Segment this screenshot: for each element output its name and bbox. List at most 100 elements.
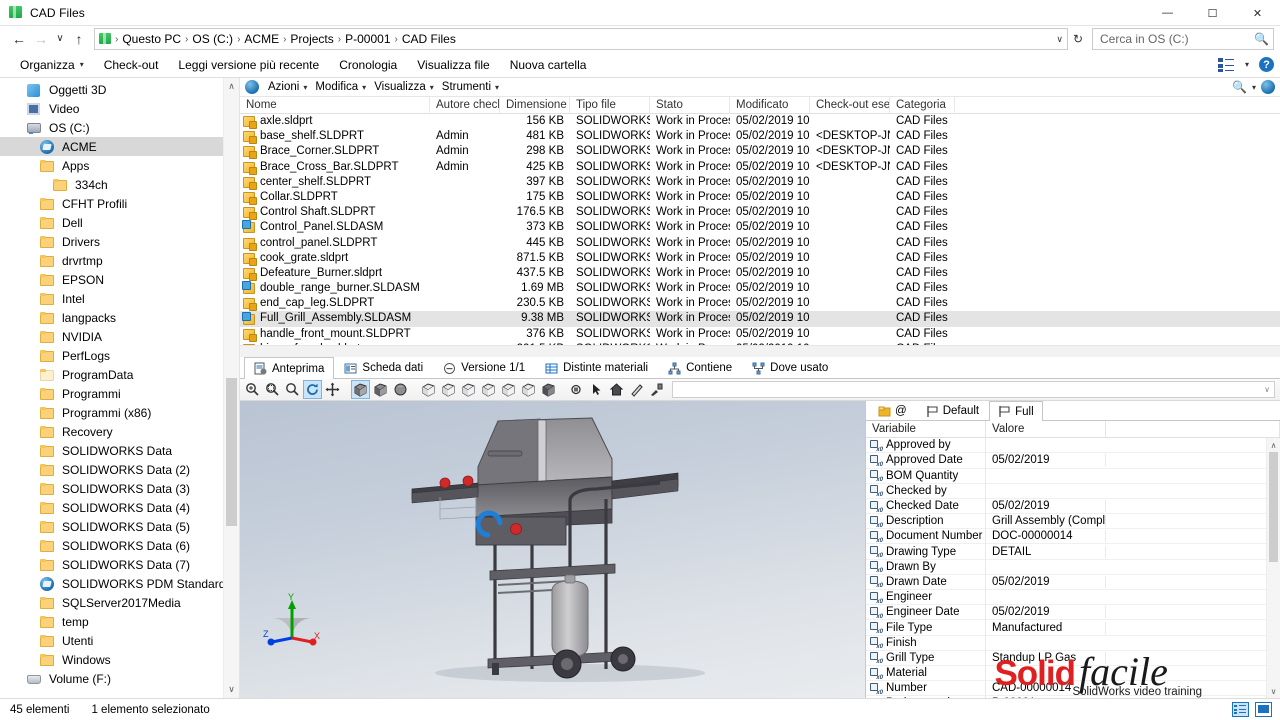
variable-value[interactable]: Manufactured bbox=[986, 622, 1106, 634]
tree-item-apps[interactable]: Apps bbox=[0, 156, 239, 175]
column-header-check-out-ese[interactable]: Check-out ese... bbox=[810, 97, 890, 114]
tree-item-programdata[interactable]: ProgramData bbox=[0, 365, 239, 384]
table-row[interactable]: base_shelf.SLDPRTAdmin481 KBSOLIDWORKS .… bbox=[240, 129, 1280, 144]
shaded-edges-icon[interactable] bbox=[351, 380, 370, 399]
chevron-down-icon[interactable]: ∨ bbox=[1260, 385, 1274, 394]
up-button[interactable]: ↑ bbox=[68, 28, 90, 50]
variable-row[interactable]: x0DescriptionGrill Assembly (Complete) bbox=[866, 514, 1280, 529]
variable-row[interactable]: x0NumberCAD-00000014 bbox=[866, 681, 1280, 696]
zoom-area-icon[interactable] bbox=[263, 380, 282, 399]
tree-item-programmi-x86[interactable]: Programmi (x86) bbox=[0, 403, 239, 422]
table-row[interactable]: axle.sldprt156 KBSOLIDWORKS ...Work in P… bbox=[240, 114, 1280, 129]
card-tab-default[interactable]: Default bbox=[917, 401, 988, 420]
table-row[interactable]: handle_front_mount.SLDPRT376 KBSOLIDWORK… bbox=[240, 327, 1280, 342]
table-row[interactable]: Control_Panel.SLDASM373 KBSOLIDWORKS ...… bbox=[240, 220, 1280, 235]
variable-row[interactable]: x0Checked Date05/02/2019 bbox=[866, 499, 1280, 514]
tree-item-cfht-profili[interactable]: CFHT Profili bbox=[0, 194, 239, 213]
variable-row[interactable]: x0Material bbox=[866, 666, 1280, 681]
table-row[interactable]: Defeature_Burner.sldprt437.5 KBSOLIDWORK… bbox=[240, 266, 1280, 281]
variable-row[interactable]: x0Drawn By bbox=[866, 560, 1280, 575]
view-chevron-down-icon[interactable]: ▾ bbox=[1245, 60, 1249, 69]
data-card-scrollbar[interactable]: ∧ ∨ bbox=[1266, 438, 1280, 698]
column-header-categoria[interactable]: Categoria bbox=[890, 97, 955, 114]
help-icon[interactable]: ? bbox=[1259, 57, 1274, 72]
select-arrow-icon[interactable] bbox=[587, 380, 606, 399]
data-card-rows[interactable]: x0Approved byx0Approved Date05/02/2019 x0… bbox=[866, 438, 1280, 698]
minimize-button[interactable]: — bbox=[1145, 0, 1190, 26]
tree-item-intel[interactable]: Intel bbox=[0, 289, 239, 308]
tree-item-solidworks-pdm-standard[interactable]: SOLIDWORKS PDM Standard bbox=[0, 574, 239, 593]
variable-row[interactable]: x0Approved by bbox=[866, 438, 1280, 453]
column-header-dimensione[interactable]: Dimensione bbox=[500, 97, 570, 114]
column-header-stato[interactable]: Stato bbox=[650, 97, 730, 114]
tree-item-perflogs[interactable]: PerfLogs bbox=[0, 346, 239, 365]
card-scrollbar-thumb[interactable] bbox=[1269, 452, 1278, 562]
tree-item-solidworks-data[interactable]: SOLIDWORKS Data bbox=[0, 441, 239, 460]
table-row[interactable]: end_cap_leg.SLDPRT230.5 KBSOLIDWORKS ...… bbox=[240, 296, 1280, 311]
variable-value[interactable]: DETAIL bbox=[986, 546, 1106, 558]
file-list-header[interactable]: NomeAutore check-...DimensioneTipo fileS… bbox=[240, 97, 1280, 114]
column-header-autore-check[interactable]: Autore check-... bbox=[430, 97, 500, 114]
zoom-in-out-icon[interactable] bbox=[283, 380, 302, 399]
large-icons-view-icon[interactable] bbox=[1255, 702, 1272, 717]
breadcrumb-item-4[interactable]: P-00001 bbox=[342, 31, 393, 47]
file-list-body[interactable]: axle.sldprt156 KBSOLIDWORKS ...Work in P… bbox=[240, 114, 1280, 345]
table-row[interactable]: Collar.SLDPRT175 KBSOLIDWORKS ...Work in… bbox=[240, 190, 1280, 205]
tab-versione-1-1[interactable]: Versione 1/1 bbox=[433, 357, 535, 378]
tree-item-programmi[interactable]: Programmi bbox=[0, 384, 239, 403]
variable-row[interactable]: x0Checked by bbox=[866, 484, 1280, 499]
variable-value[interactable]: 05/02/2019 bbox=[986, 500, 1106, 512]
variable-row[interactable]: x0Document NumberDOC-00000014 bbox=[866, 529, 1280, 544]
variable-row[interactable]: x0Drawing TypeDETAIL bbox=[866, 544, 1280, 559]
breadcrumb-item-2[interactable]: ACME bbox=[241, 31, 282, 47]
refresh-button[interactable]: ↻ bbox=[1068, 28, 1088, 50]
table-row[interactable]: cook_grate.sldprt871.5 KBSOLIDWORKS ...W… bbox=[240, 251, 1280, 266]
preview-config-select[interactable]: ∨ bbox=[672, 381, 1275, 398]
tree-item-dell[interactable]: Dell bbox=[0, 213, 239, 232]
new-folder-button[interactable]: Nuova cartella bbox=[500, 58, 597, 72]
variable-row[interactable]: x0Engineer bbox=[866, 590, 1280, 605]
zoom-fit-icon[interactable] bbox=[243, 380, 262, 399]
variable-row[interactable]: x0Grill TypeStandup LP Gas bbox=[866, 651, 1280, 666]
get-latest-version-button[interactable]: Leggi versione più recente bbox=[168, 58, 329, 72]
preview-3d-viewport[interactable]: Y X Z bbox=[240, 401, 866, 698]
tree-item-recovery[interactable]: Recovery bbox=[0, 422, 239, 441]
recent-locations-button[interactable]: ∨ bbox=[52, 28, 68, 50]
card-scroll-down-icon[interactable]: ∨ bbox=[1267, 684, 1280, 698]
tab-distinte-materiali[interactable]: Distinte materiali bbox=[535, 357, 658, 378]
maximize-button[interactable]: ☐ bbox=[1190, 0, 1235, 26]
tab-dove-usato[interactable]: Dove usato bbox=[742, 357, 838, 378]
column-header-value[interactable]: Valore bbox=[986, 421, 1106, 437]
tree-item-acme[interactable]: ACME bbox=[0, 137, 239, 156]
breadcrumb-item-3[interactable]: Projects bbox=[287, 31, 336, 47]
tree-scrollbar-thumb[interactable] bbox=[226, 378, 237, 526]
view-bottom-icon[interactable] bbox=[519, 380, 538, 399]
close-button[interactable]: ✕ bbox=[1235, 0, 1280, 26]
view-file-button[interactable]: Visualizza file bbox=[407, 58, 499, 72]
history-button[interactable]: Cronologia bbox=[329, 58, 407, 72]
menu-visualizza[interactable]: Visualizza ▾ bbox=[370, 81, 438, 93]
menu-azioni[interactable]: Azioni ▾ bbox=[264, 81, 311, 93]
table-row[interactable]: Full_Grill_Assembly.SLDASM9.38 MBSOLIDWO… bbox=[240, 311, 1280, 326]
breadcrumb-dropdown-icon[interactable]: ∨ bbox=[1056, 34, 1063, 45]
details-view-icon[interactable] bbox=[1232, 702, 1249, 717]
refresh-vault-icon[interactable] bbox=[1261, 80, 1275, 94]
change-view-icon[interactable] bbox=[1218, 57, 1235, 73]
tab-contiene[interactable]: Contiene bbox=[658, 357, 742, 378]
tree-item-solidworks-data-4[interactable]: SOLIDWORKS Data (4) bbox=[0, 498, 239, 517]
forward-button[interactable]: → bbox=[30, 28, 52, 50]
view-right-icon[interactable] bbox=[479, 380, 498, 399]
column-header-modificato[interactable]: Modificato bbox=[730, 97, 810, 114]
navigation-tree[interactable]: Oggetti 3DVideoOS (C:)ACMEApps334chCFHT … bbox=[0, 78, 240, 698]
view-back-icon[interactable] bbox=[439, 380, 458, 399]
view-top-icon[interactable] bbox=[499, 380, 518, 399]
tab-anteprima[interactable]: Anteprima bbox=[244, 357, 334, 379]
tree-item-os-c[interactable]: OS (C:) bbox=[0, 118, 239, 137]
tree-item-sqlserver2017media[interactable]: SQLServer2017Media bbox=[0, 593, 239, 612]
variable-value[interactable]: 05/02/2019 bbox=[986, 576, 1106, 588]
table-row[interactable]: Control Shaft.SLDPRT176.5 KBSOLIDWORKS .… bbox=[240, 205, 1280, 220]
variable-value[interactable]: Standup LP Gas bbox=[986, 652, 1106, 664]
markup-icon[interactable] bbox=[647, 380, 666, 399]
variable-row[interactable]: x0Approved Date05/02/2019 bbox=[866, 453, 1280, 468]
tree-item-utenti[interactable]: Utenti bbox=[0, 631, 239, 650]
